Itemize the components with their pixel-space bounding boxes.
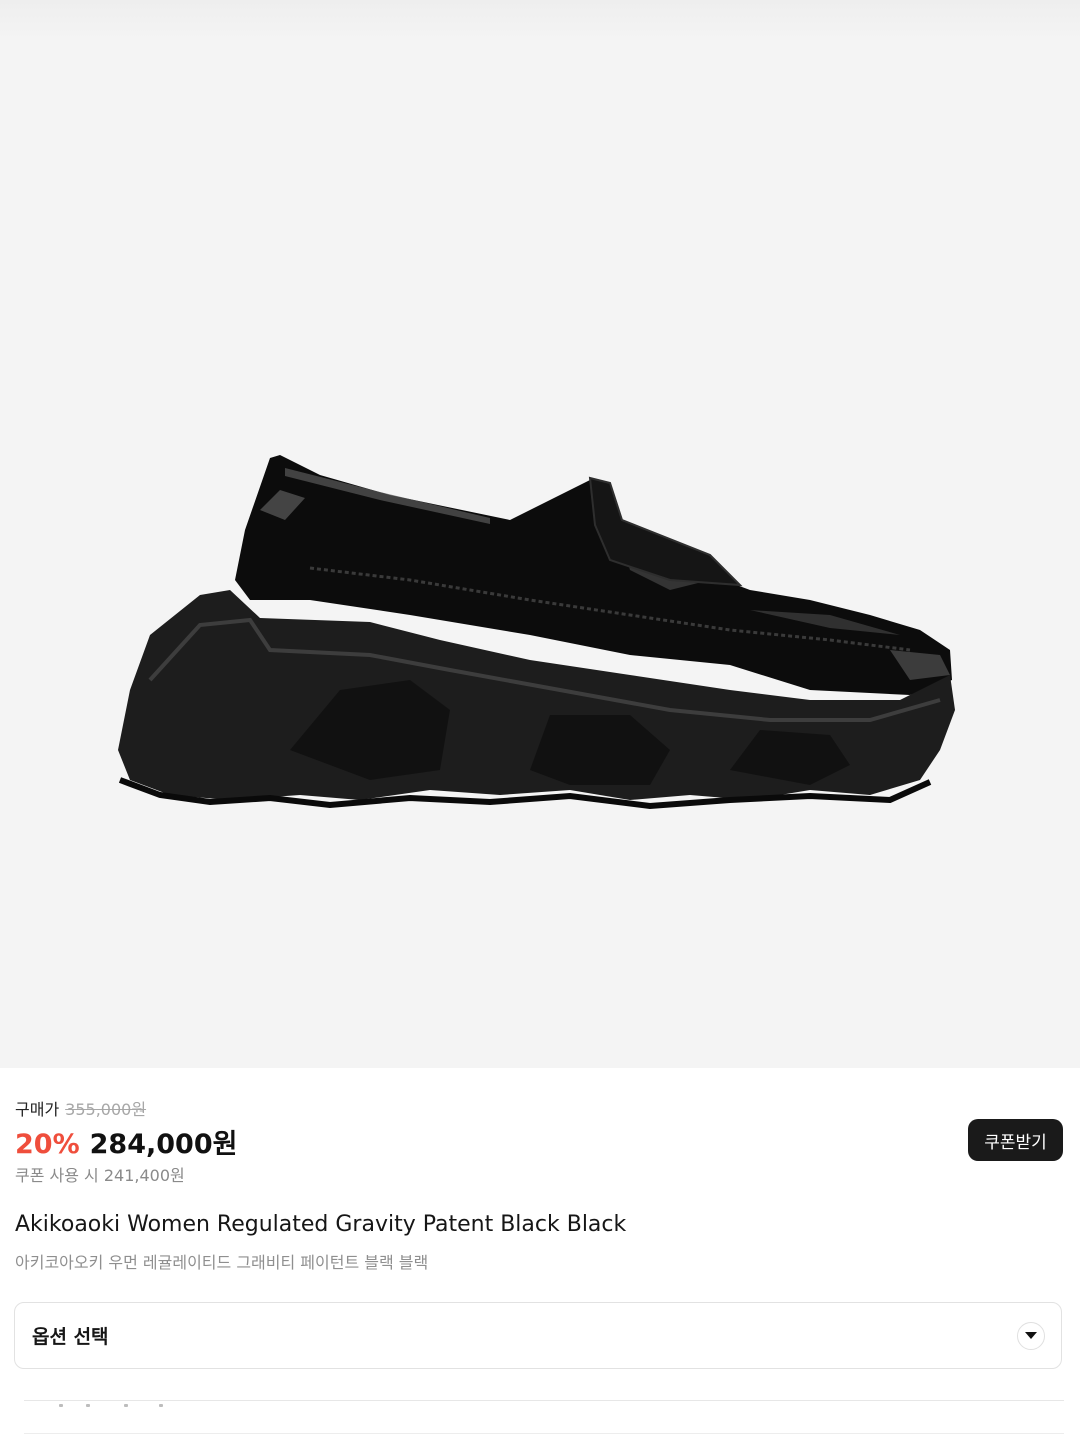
product-title: Akikoaoki Women Regulated Gravity Patent… [15, 1212, 627, 1237]
product-image[interactable] [0, 0, 1080, 1068]
coupon-price-text: 쿠폰 사용 시 241,400원 [15, 1166, 185, 1185]
get-coupon-button[interactable]: 쿠폰받기 [968, 1119, 1063, 1161]
price-block: 구매가 355,000원 20% 284,000원 쿠폰 사용 시 241,40… [15, 1096, 815, 1186]
sale-price-row: 20% 284,000원 [15, 1122, 815, 1160]
original-price: 355,000원 [65, 1100, 147, 1119]
divider [24, 1400, 1064, 1401]
purchase-price-label: 구매가 [15, 1100, 60, 1119]
sale-price: 284,000원 [89, 1129, 238, 1160]
purchase-price-row: 구매가 355,000원 [15, 1096, 815, 1119]
image-top-shade [0, 0, 1080, 40]
discount-rate: 20% [15, 1129, 80, 1160]
loafer-shoe-image [118, 455, 955, 810]
cut-off-row [24, 1402, 1064, 1408]
option-select-label: 옵션 선택 [32, 1326, 109, 1348]
product-page: 구매가 355,000원 20% 284,000원 쿠폰 사용 시 241,40… [0, 0, 1080, 1440]
option-select-dropdown[interactable]: 옵션 선택 [14, 1302, 1062, 1369]
product-subtitle: 아키코아오키 우먼 레귤레이티드 그래비티 페이턴트 블랙 블랙 [15, 1253, 429, 1272]
divider [24, 1433, 1064, 1434]
chevron-down-icon [1017, 1321, 1045, 1350]
